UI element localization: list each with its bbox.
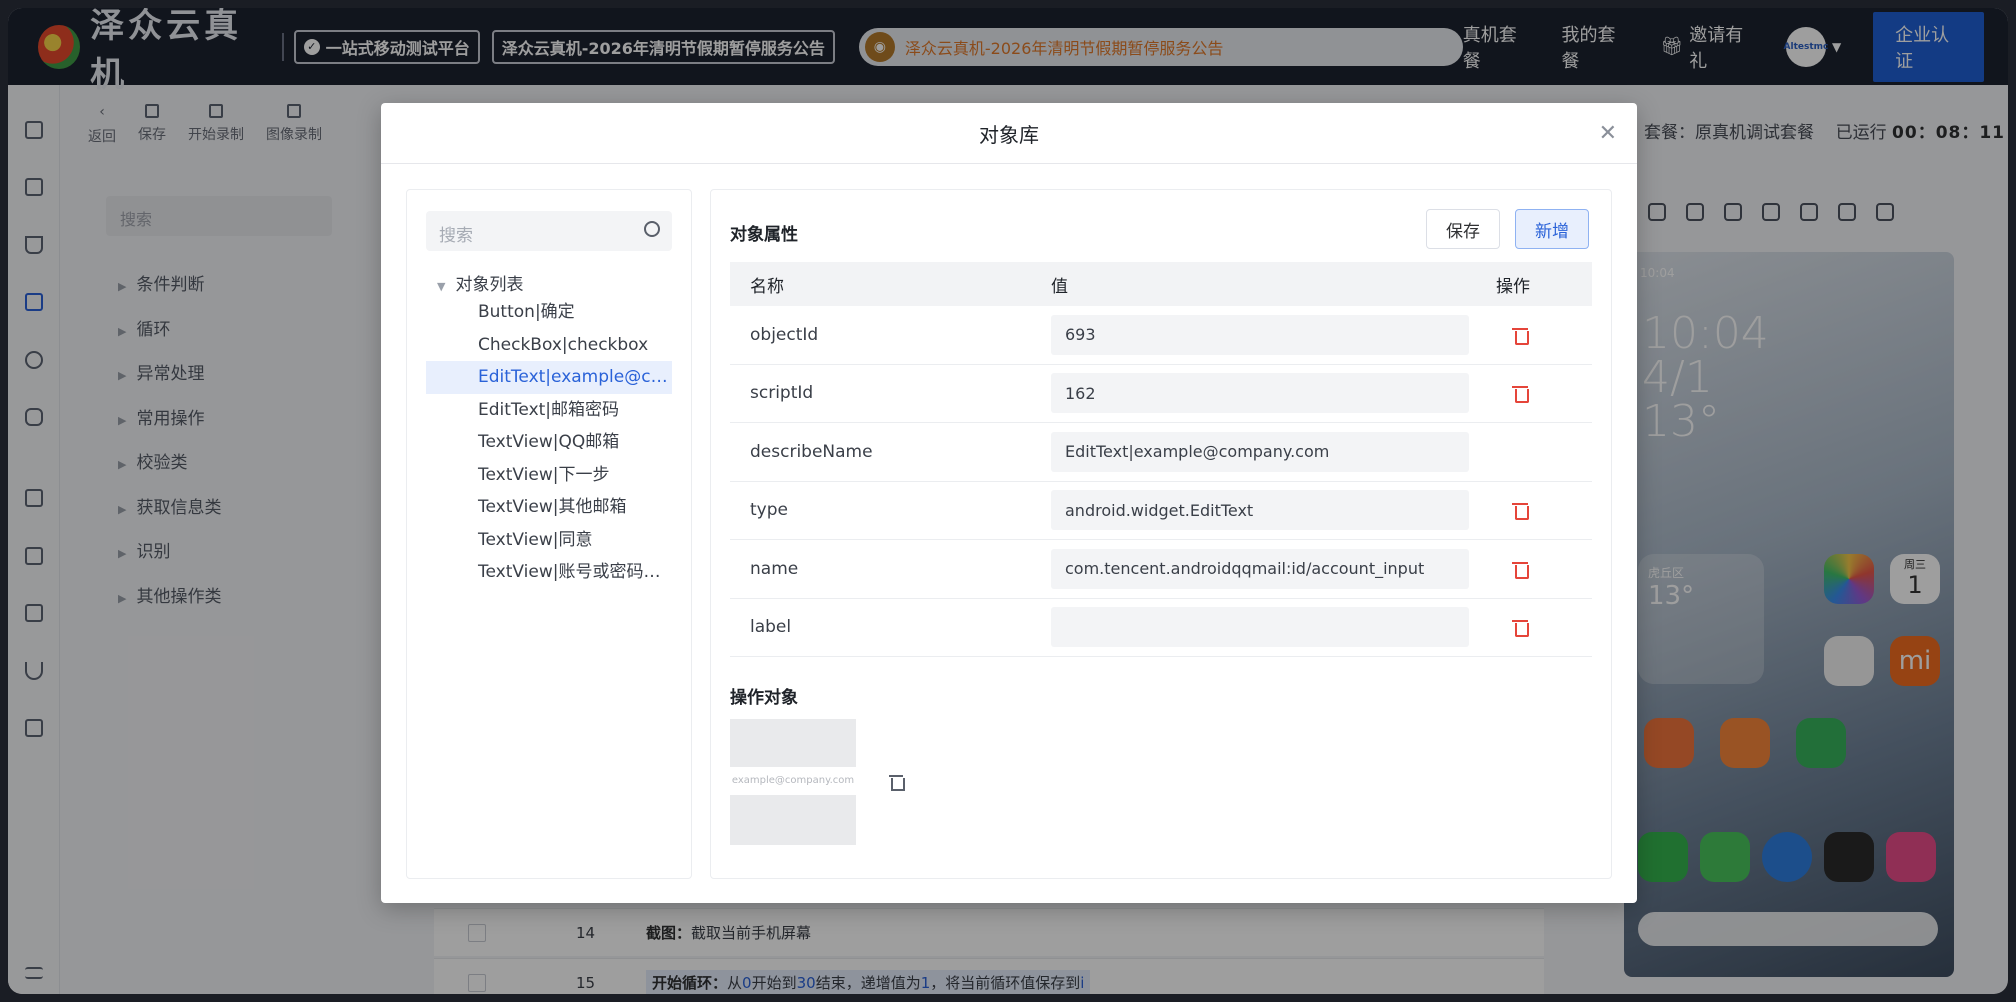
- dialog-title: 对象库: [979, 122, 1039, 147]
- close-icon[interactable]: ✕: [1599, 121, 1617, 146]
- prop-value-cell: [1051, 607, 1496, 648]
- delete-thumbnail-icon[interactable]: [889, 774, 905, 791]
- object-item[interactable]: Button|确定: [426, 296, 672, 329]
- properties-table: 名称 值 操作 objectId 693 scriptId 162 descri…: [730, 262, 1592, 657]
- prop-name: objectId: [750, 324, 819, 345]
- tree-root-label: 对象列表: [455, 275, 524, 295]
- table-row: scriptId 162: [730, 365, 1592, 423]
- table-header: 名称 值 操作: [730, 262, 1592, 306]
- search-icon[interactable]: [644, 221, 660, 237]
- delete-icon[interactable]: [1512, 560, 1529, 579]
- prop-value-input[interactable]: 693: [1051, 314, 1469, 355]
- prop-actions: [1496, 618, 1592, 638]
- thumbnail-block: [730, 795, 856, 845]
- prop-value-cell: EditText|example@company.com: [1051, 431, 1496, 472]
- thumbnail-block: [730, 719, 856, 767]
- search-placeholder: 搜索: [439, 226, 473, 246]
- prop-value-input[interactable]: 162: [1051, 373, 1469, 414]
- column-header-actions: 操作: [1496, 276, 1530, 297]
- object-list-panel: 搜索 ▼ 对象列表 Button|确定 CheckBox|checkbox Edi…: [406, 189, 692, 879]
- prop-name: type: [750, 500, 788, 521]
- prop-value-input[interactable]: com.tencent.androidqqmail:id/account_inp…: [1051, 548, 1469, 589]
- prop-value-cell: android.widget.EditText: [1051, 490, 1496, 531]
- delete-icon[interactable]: [1512, 326, 1529, 345]
- column-header-name: 名称: [750, 276, 784, 297]
- table-row: label: [730, 599, 1592, 657]
- object-item[interactable]: EditText|邮箱密码: [426, 394, 672, 427]
- object-thumbnail[interactable]: example@company.com: [730, 719, 856, 845]
- delete-icon[interactable]: [1512, 384, 1529, 404]
- save-button[interactable]: 保存: [1426, 209, 1500, 249]
- properties-title: 对象属性: [730, 225, 798, 245]
- table-row: describeName EditText|example@company.co…: [730, 423, 1592, 482]
- prop-name: name: [750, 558, 799, 579]
- object-tree: Button|确定 CheckBox|checkbox EditText|exa…: [426, 296, 672, 589]
- object-properties-panel: 对象属性 保存 新增 名称 值 操作 objectId 693 scriptId…: [710, 189, 1612, 879]
- prop-value-cell: 162: [1051, 373, 1496, 414]
- dialog-header: 对象库 ✕: [381, 103, 1637, 164]
- delete-icon[interactable]: [1512, 618, 1529, 638]
- operation-object-title: 操作对象: [730, 688, 798, 708]
- prop-name: label: [750, 617, 792, 638]
- object-item[interactable]: TextView|QQ邮箱: [426, 426, 672, 459]
- prop-value-input[interactable]: android.widget.EditText: [1051, 490, 1469, 531]
- object-item[interactable]: TextView|其他邮箱: [426, 491, 672, 524]
- object-item-selected[interactable]: EditText|example@company.com: [426, 361, 672, 394]
- column-header-value: 值: [1051, 276, 1068, 297]
- tree-root[interactable]: ▼ 对象列表: [437, 270, 523, 295]
- object-item[interactable]: TextView|账号或密码错误: [426, 556, 672, 589]
- prop-value-input[interactable]: [1051, 607, 1469, 648]
- object-item[interactable]: TextView|下一步: [426, 459, 672, 492]
- table-row: type android.widget.EditText: [730, 482, 1592, 540]
- table-row: name com.tencent.androidqqmail:id/accoun…: [730, 540, 1592, 599]
- prop-actions: [1496, 560, 1592, 579]
- table-row: objectId 693: [730, 306, 1592, 365]
- prop-value-input[interactable]: EditText|example@company.com: [1051, 431, 1469, 472]
- caret-down-icon: ▼: [437, 280, 446, 293]
- delete-icon[interactable]: [1512, 501, 1529, 521]
- object-library-dialog: 对象库 ✕ 搜索 ▼ 对象列表 Button|确定 CheckBox|checkb…: [381, 103, 1637, 903]
- thumbnail-caption: example@company.com: [731, 775, 855, 786]
- object-search-input[interactable]: 搜索: [426, 211, 672, 251]
- prop-value-cell: 693: [1051, 314, 1496, 355]
- prop-name: describeName: [750, 441, 873, 462]
- prop-actions: [1496, 384, 1592, 404]
- prop-actions: [1496, 326, 1592, 345]
- prop-actions: [1496, 501, 1592, 521]
- object-item[interactable]: TextView|同意: [426, 524, 672, 557]
- object-item[interactable]: CheckBox|checkbox: [426, 329, 672, 362]
- add-button[interactable]: 新增: [1515, 209, 1589, 249]
- prop-value-cell: com.tencent.androidqqmail:id/account_inp…: [1051, 548, 1496, 589]
- prop-name: scriptId: [750, 383, 814, 404]
